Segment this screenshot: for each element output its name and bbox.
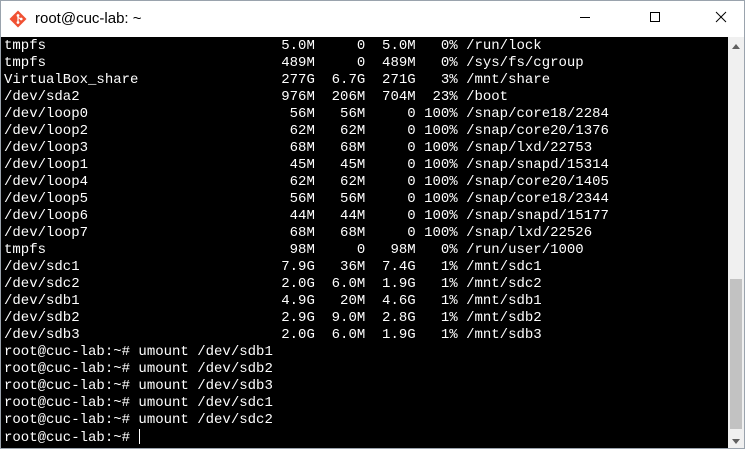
title-bar[interactable]: root@cuc-lab: ~ — [1, 1, 744, 37]
terminal-line: /dev/loop0 56M 56M 0 100% /snap/core18/2… — [4, 106, 609, 122]
terminal-line: /dev/loop6 44M 44M 0 100% /snap/snapd/15… — [4, 208, 609, 224]
terminal-line: /dev/sdc1 7.9G 36M 7.4G 1% /mnt/sdc1 — [4, 259, 542, 275]
terminal-line: /dev/loop1 45M 45M 0 100% /snap/snapd/15… — [4, 157, 609, 173]
minimize-icon — [579, 10, 591, 28]
git-diamond-icon — [9, 10, 27, 28]
terminal-line: /dev/loop5 56M 56M 0 100% /snap/core18/2… — [4, 191, 609, 207]
maximize-icon — [649, 10, 661, 28]
scroll-up-button[interactable] — [728, 37, 744, 53]
terminal-line: /dev/sdc2 2.0G 6.0M 1.9G 1% /mnt/sdc2 — [4, 276, 542, 292]
vertical-scrollbar[interactable] — [728, 37, 744, 448]
terminal-line: /dev/sdb3 2.0G 6.0M 1.9G 1% /mnt/sdb3 — [4, 327, 542, 343]
terminal-line: /dev/loop3 68M 68M 0 100% /snap/lxd/2275… — [4, 140, 593, 156]
terminal-line: tmpfs 489M 0 489M 0% /sys/fs/cgroup — [4, 55, 584, 71]
terminal-line: root@cuc-lab:~# umount /dev/sdb2 — [4, 361, 273, 377]
terminal-line: /dev/loop2 62M 62M 0 100% /snap/core20/1… — [4, 123, 609, 139]
window-title: root@cuc-lab: ~ — [35, 10, 142, 27]
terminal-line: /dev/loop7 68M 68M 0 100% /snap/lxd/2252… — [4, 225, 593, 241]
maximize-button[interactable] — [632, 1, 678, 37]
terminal-line: VirtualBox_share 277G 6.7G 271G 3% /mnt/… — [4, 72, 551, 88]
scroll-down-button[interactable] — [728, 432, 744, 448]
terminal-line: tmpfs 5.0M 0 5.0M 0% /run/lock — [4, 38, 542, 54]
scrollbar-thumb[interactable] — [730, 279, 742, 429]
terminal-output[interactable]: tmpfs 5.0M 0 5.0M 0% /run/lock tmpfs 489… — [1, 37, 728, 448]
terminal-line: root@cuc-lab:~# umount /dev/sdb3 — [4, 378, 273, 394]
shell-prompt: root@cuc-lab:~# — [4, 430, 139, 446]
chevron-down-icon — [732, 431, 740, 448]
terminal-line: root@cuc-lab:~# umount /dev/sdb1 — [4, 344, 273, 360]
chevron-up-icon — [732, 36, 740, 54]
terminal-line: /dev/sda2 976M 206M 704M 23% /boot — [4, 89, 509, 105]
minimize-button[interactable] — [562, 1, 608, 37]
terminal-line: root@cuc-lab:~# umount /dev/sdc1 — [4, 395, 273, 411]
terminal-lines: tmpfs 5.0M 0 5.0M 0% /run/lock tmpfs 489… — [4, 38, 609, 446]
text-cursor — [139, 429, 141, 444]
terminal-line: /dev/loop4 62M 62M 0 100% /snap/core20/1… — [4, 174, 609, 190]
prompt-line[interactable]: root@cuc-lab:~# — [4, 429, 609, 446]
close-icon — [715, 10, 727, 28]
terminal-line: /dev/sdb1 4.9G 20M 4.6G 1% /mnt/sdb1 — [4, 293, 542, 309]
close-button[interactable] — [698, 1, 744, 37]
terminal-window: root@cuc-lab: ~ tmpfs 5.0M 0 5.0M 0% /ru… — [0, 0, 745, 449]
terminal-line: root@cuc-lab:~# umount /dev/sdc2 — [4, 412, 273, 428]
terminal-line: tmpfs 98M 0 98M 0% /run/user/1000 — [4, 242, 584, 258]
terminal-line: /dev/sdb2 2.9G 9.0M 2.8G 1% /mnt/sdb2 — [4, 310, 542, 326]
